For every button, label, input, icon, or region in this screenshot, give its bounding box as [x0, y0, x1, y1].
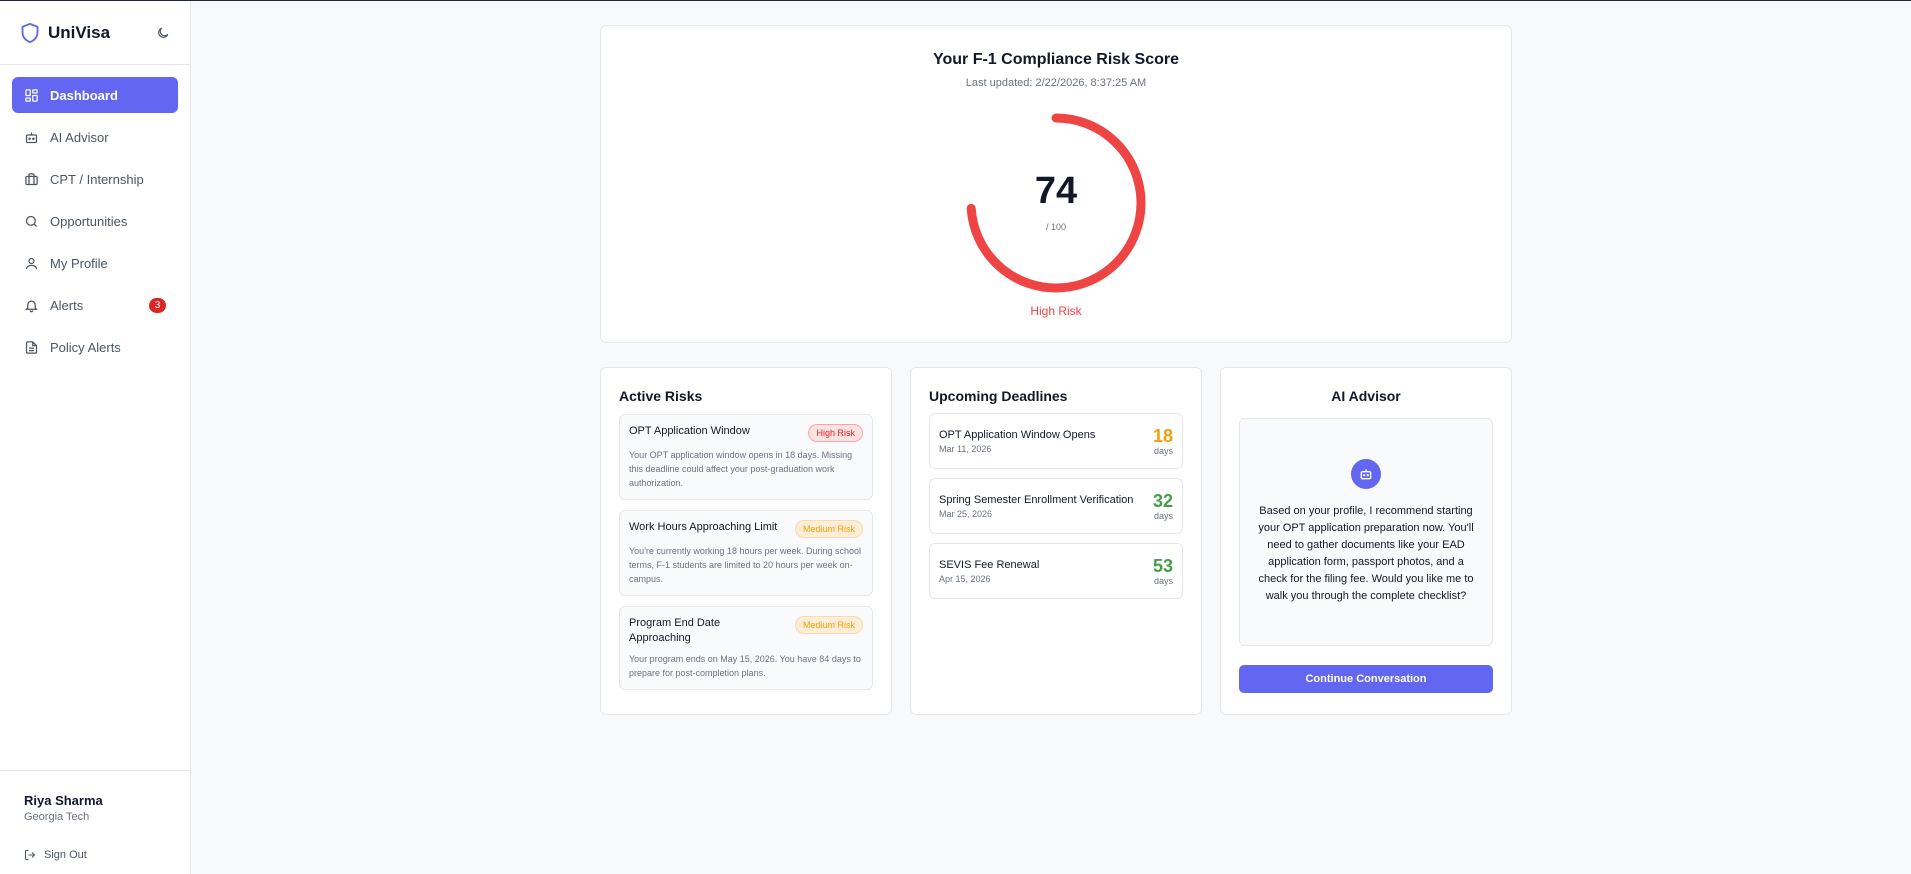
main-nav: Dashboard AI Advisor CPT / Internship Op…	[0, 65, 190, 383]
user-panel: Riya Sharma Georgia Tech Sign Out	[0, 770, 190, 874]
nav-label: Dashboard	[50, 87, 118, 103]
nav-item-opportunities[interactable]: Opportunities	[12, 203, 178, 239]
alerts-count-badge: 3	[149, 298, 166, 313]
nav-item-policy-alerts[interactable]: Policy Alerts	[12, 329, 178, 365]
deadlines-title: Upcoming Deadlines	[929, 388, 1068, 404]
advisor-title: AI Advisor	[1331, 388, 1401, 404]
deadline-days: 18	[1152, 426, 1173, 446]
document-icon	[25, 340, 38, 354]
deadline-days-unit: days	[1153, 576, 1173, 586]
user-icon	[25, 257, 38, 269]
sidebar: UniVisa Dashboard AI Advisor CPT / Inter…	[0, 1, 191, 874]
dashboard-icon	[25, 88, 38, 102]
risk-description: Your OPT application window opens in 18 …	[629, 450, 853, 488]
active-risks-card: Active Risks OPT Application Window High…	[600, 367, 892, 715]
user-school: Georgia Tech	[24, 811, 90, 823]
risk-title: OPT Application Window	[629, 425, 750, 437]
advisor-message: Based on your profile, I recommend start…	[1258, 505, 1474, 602]
advisor-avatar	[1351, 459, 1381, 489]
ai-advisor-card: AI Advisor Based on your profile, I reco…	[1220, 367, 1512, 715]
risk-title: Program End Date Approaching	[629, 617, 721, 644]
deadline-date: Mar 25, 2026	[939, 508, 993, 519]
deadline-item[interactable]: OPT Application Window Opens Mar 11, 202…	[929, 413, 1183, 469]
risk-item[interactable]: Work Hours Approaching Limit Medium Risk…	[619, 510, 873, 596]
sign-out-label: Sign Out	[44, 849, 87, 861]
score-value: 74	[1034, 170, 1078, 212]
risk-badge: Medium Risk	[794, 616, 863, 634]
risk-gauge: 74 / 100	[963, 110, 1149, 296]
deadline-name: OPT Application Window Opens	[939, 428, 1096, 441]
user-name: Riya Sharma	[24, 793, 103, 808]
bell-icon	[24, 300, 39, 312]
risk-score-card: Your F-1 Compliance Risk Score Last upda…	[600, 25, 1512, 343]
deadline-name: Spring Semester Enrollment Verification	[939, 493, 1134, 506]
last-updated: Last updated: 2/22/2026, 8:37:25 AM	[965, 77, 1147, 89]
deadline-days-unit: days	[1153, 446, 1173, 456]
sign-out-button[interactable]: Sign Out	[24, 849, 166, 861]
shield-icon	[21, 22, 39, 43]
continue-conversation-button[interactable]: Continue Conversation	[1239, 665, 1493, 693]
score-title: Your F-1 Compliance Risk Score	[933, 51, 1179, 68]
bot-icon	[25, 132, 38, 143]
search-icon	[25, 215, 37, 227]
nav-label: Policy Alerts	[50, 339, 121, 355]
deadline-days-unit: days	[1153, 511, 1173, 521]
nav-item-my-profile[interactable]: My Profile	[12, 245, 178, 281]
advisor-message-box: Based on your profile, I recommend start…	[1239, 418, 1493, 646]
score-max: / 100	[1045, 222, 1067, 232]
risk-level: High Risk	[1030, 304, 1082, 318]
active-risks-title: Active Risks	[619, 388, 703, 404]
sign-out-icon	[25, 850, 36, 860]
moon-icon[interactable]	[156, 26, 170, 40]
nav-item-alerts[interactable]: Alerts 3	[12, 287, 178, 323]
risk-item[interactable]: Program End Date Approaching Medium Risk…	[619, 606, 873, 690]
risk-badge: Medium Risk	[794, 520, 863, 538]
nav-item-dashboard[interactable]: Dashboard	[12, 77, 178, 113]
briefcase-icon	[25, 172, 38, 185]
deadline-item[interactable]: SEVIS Fee Renewal Apr 15, 2026 53 days	[929, 543, 1183, 599]
nav-label: Opportunities	[50, 213, 128, 229]
deadline-days: 32	[1152, 491, 1173, 511]
nav-label: AI Advisor	[50, 129, 109, 145]
nav-item-cpt-internship[interactable]: CPT / Internship	[12, 161, 178, 197]
nav-label: CPT / Internship	[50, 171, 144, 187]
risk-item[interactable]: OPT Application Window High Risk Your OP…	[619, 414, 873, 500]
deadline-item[interactable]: Spring Semester Enrollment Verification …	[929, 478, 1183, 534]
nav-label: My Profile	[50, 255, 108, 271]
deadline-name: SEVIS Fee Renewal	[939, 558, 1040, 571]
deadline-date: Apr 15, 2026	[939, 573, 991, 584]
brand: UniVisa	[0, 1, 190, 65]
nav-item-ai-advisor[interactable]: AI Advisor	[12, 119, 178, 155]
upcoming-deadlines-card: Upcoming Deadlines OPT Application Windo…	[910, 367, 1202, 715]
risk-title: Work Hours Approaching Limit	[629, 521, 778, 533]
deadline-date: Mar 11, 2026	[939, 443, 992, 454]
bot-icon	[1360, 469, 1372, 480]
risk-description: You're currently working 18 hours per we…	[629, 546, 862, 584]
app-name: UniVisa	[48, 22, 111, 42]
deadline-days: 53	[1152, 556, 1173, 576]
risk-description: Your program ends on May 15, 2026. You h…	[629, 654, 861, 678]
risk-badge: High Risk	[808, 424, 863, 442]
nav-label: Alerts	[50, 297, 84, 313]
